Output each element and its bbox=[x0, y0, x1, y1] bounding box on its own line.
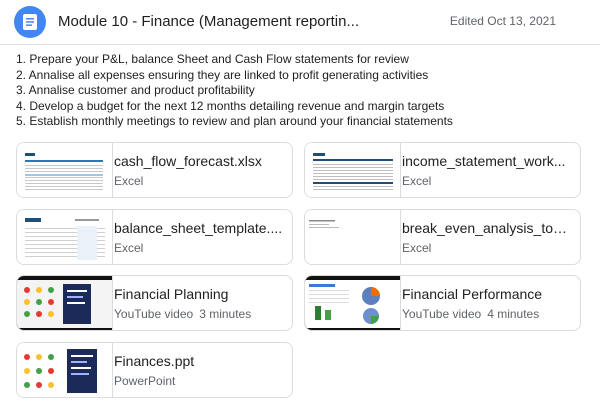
video-thumbnail bbox=[305, 276, 401, 330]
edited-timestamp: Edited Oct 13, 2021 bbox=[449, 14, 556, 28]
spreadsheet-thumbnail bbox=[305, 143, 401, 197]
spreadsheet-thumbnail bbox=[305, 210, 401, 264]
presentation-thumbnail bbox=[17, 343, 113, 397]
attachment-type-label: YouTube video bbox=[114, 307, 194, 321]
attachment-name: Finances.ppt bbox=[114, 353, 195, 369]
attachment-meta: YouTube video 4 minutes bbox=[402, 307, 539, 321]
steps-list: 1. Prepare your P&L, balance Sheet and C… bbox=[16, 52, 453, 130]
step-item: 5. Establish monthly meetings to review … bbox=[16, 114, 453, 129]
attachment-name: break_even_analysis_too... bbox=[402, 220, 572, 236]
attachment-card[interactable]: cash_flow_forecast.xlsx Excel bbox=[16, 142, 293, 198]
attachment-type-label: YouTube video bbox=[402, 307, 482, 321]
attachment-type: Excel bbox=[114, 241, 143, 255]
attachment-name: balance_sheet_template.... bbox=[114, 220, 283, 236]
spreadsheet-thumbnail bbox=[17, 143, 113, 197]
attachment-type-label: Excel bbox=[114, 174, 144, 188]
attachment-name: cash_flow_forecast.xlsx bbox=[114, 153, 262, 169]
attachment-card[interactable]: Financial Performance YouTube video 4 min… bbox=[304, 275, 581, 331]
page-title[interactable]: Module 10 - Finance (Management reportin… bbox=[58, 13, 359, 30]
attachment-card[interactable]: break_even_analysis_too... Excel bbox=[304, 209, 581, 265]
attachment-meta: YouTube video 3 minutes bbox=[114, 307, 251, 321]
attachment-type: Excel bbox=[402, 241, 431, 255]
video-thumbnail bbox=[17, 276, 113, 330]
attachment-card[interactable]: income_statement_work... Excel bbox=[304, 142, 581, 198]
document-icon bbox=[14, 6, 46, 38]
step-item: 2. Annalise all expenses ensuring they a… bbox=[16, 67, 429, 82]
video-duration: 4 minutes bbox=[487, 307, 540, 321]
step-item: 4. Develop a budget for the next 12 mont… bbox=[16, 98, 445, 113]
attachment-name: income_statement_work... bbox=[402, 153, 566, 169]
attachment-name: Financial Planning bbox=[114, 286, 229, 302]
attachment-name: Financial Performance bbox=[402, 286, 543, 302]
attachment-type-label: Excel bbox=[114, 241, 144, 255]
attachment-type-label: Excel bbox=[402, 241, 432, 255]
attachment-card[interactable]: Finances.ppt PowerPoint bbox=[16, 342, 293, 398]
step-item: 3. Annalise customer and product profita… bbox=[16, 83, 255, 98]
step-item: 1. Prepare your P&L, balance Sheet and C… bbox=[16, 52, 409, 66]
attachment-type: PowerPoint bbox=[114, 374, 175, 388]
attachment-type-label: Excel bbox=[402, 174, 432, 188]
attachment-type: Excel bbox=[402, 174, 431, 188]
attachment-card[interactable]: balance_sheet_template.... Excel bbox=[16, 209, 293, 265]
header: Module 10 - Finance (Management reportin… bbox=[0, 0, 600, 45]
attachment-type-label: PowerPoint bbox=[114, 374, 176, 388]
attachment-type: Excel bbox=[114, 174, 143, 188]
attachment-card[interactable]: Financial Planning YouTube video 3 minute… bbox=[16, 275, 293, 331]
video-duration: 3 minutes bbox=[199, 307, 252, 321]
spreadsheet-thumbnail bbox=[17, 210, 113, 264]
